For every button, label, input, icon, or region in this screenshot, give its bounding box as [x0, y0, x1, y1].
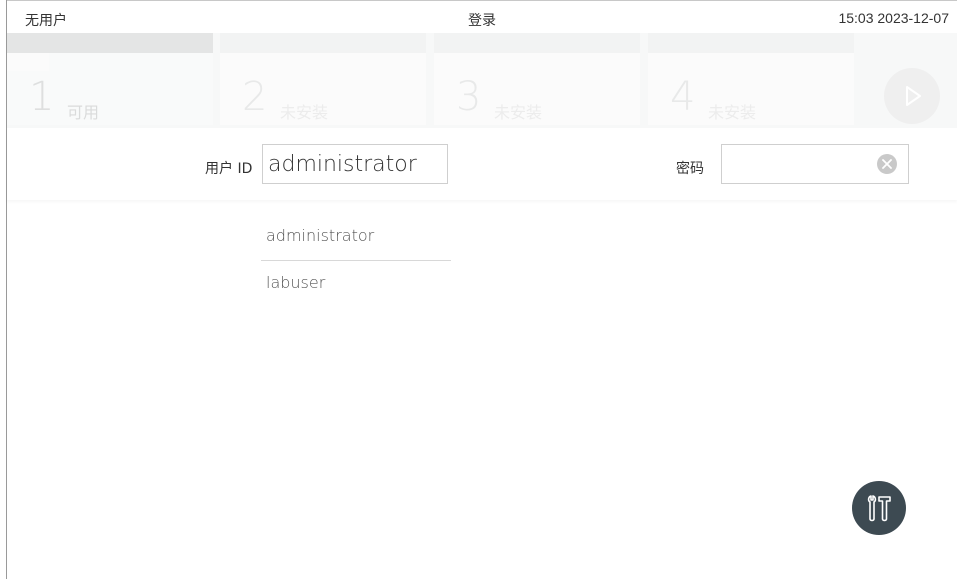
- list-item-label: labuser: [266, 273, 326, 292]
- password-field[interactable]: [721, 144, 909, 184]
- status-bar: 无用户 登录 15:03 2023-12-07: [7, 1, 957, 33]
- module-1[interactable]: 1 可用: [7, 33, 213, 128]
- module-number: 4: [670, 74, 696, 120]
- module-tab: [7, 53, 49, 71]
- list-item[interactable]: administrator: [261, 214, 451, 261]
- user-dropdown-list: administrator labuser: [261, 214, 451, 307]
- module-bar: 1 可用 2 未安装 3 未安装 4 未安装: [7, 33, 957, 128]
- page-title: 登录: [468, 13, 496, 29]
- module-state: 未安装: [494, 103, 543, 122]
- user-id-value: administrator: [268, 152, 417, 177]
- tools-icon: [867, 495, 891, 522]
- module-3[interactable]: 3 未安装: [434, 33, 640, 128]
- clear-icon: [882, 159, 892, 169]
- module-state: 未安装: [708, 103, 757, 122]
- module-state: 未安装: [280, 103, 329, 122]
- module-number: 3: [456, 74, 482, 120]
- module-4[interactable]: 4 未安装: [648, 33, 854, 128]
- run-button[interactable]: [884, 68, 940, 124]
- list-item[interactable]: labuser: [261, 261, 451, 307]
- module-2[interactable]: 2 未安装: [220, 33, 426, 128]
- tools-button[interactable]: [852, 481, 906, 535]
- module-status-strip: [648, 33, 854, 53]
- user-id-field[interactable]: administrator: [262, 144, 448, 184]
- play-icon: [906, 86, 921, 106]
- status-datetime: 15:03 2023-12-07: [838, 10, 949, 26]
- module-number: 2: [242, 74, 268, 120]
- list-item-label: administrator: [266, 226, 375, 245]
- module-status-strip: [434, 33, 640, 53]
- module-status-strip: [7, 33, 213, 53]
- login-form: 用户 ID administrator 密码: [7, 128, 957, 200]
- module-status-strip: [220, 33, 426, 53]
- clear-password-button[interactable]: [877, 154, 897, 174]
- module-state: 可用: [67, 103, 100, 122]
- user-id-label: 用户 ID: [205, 161, 253, 177]
- module-number: 1: [29, 74, 55, 120]
- password-label: 密码: [676, 161, 704, 177]
